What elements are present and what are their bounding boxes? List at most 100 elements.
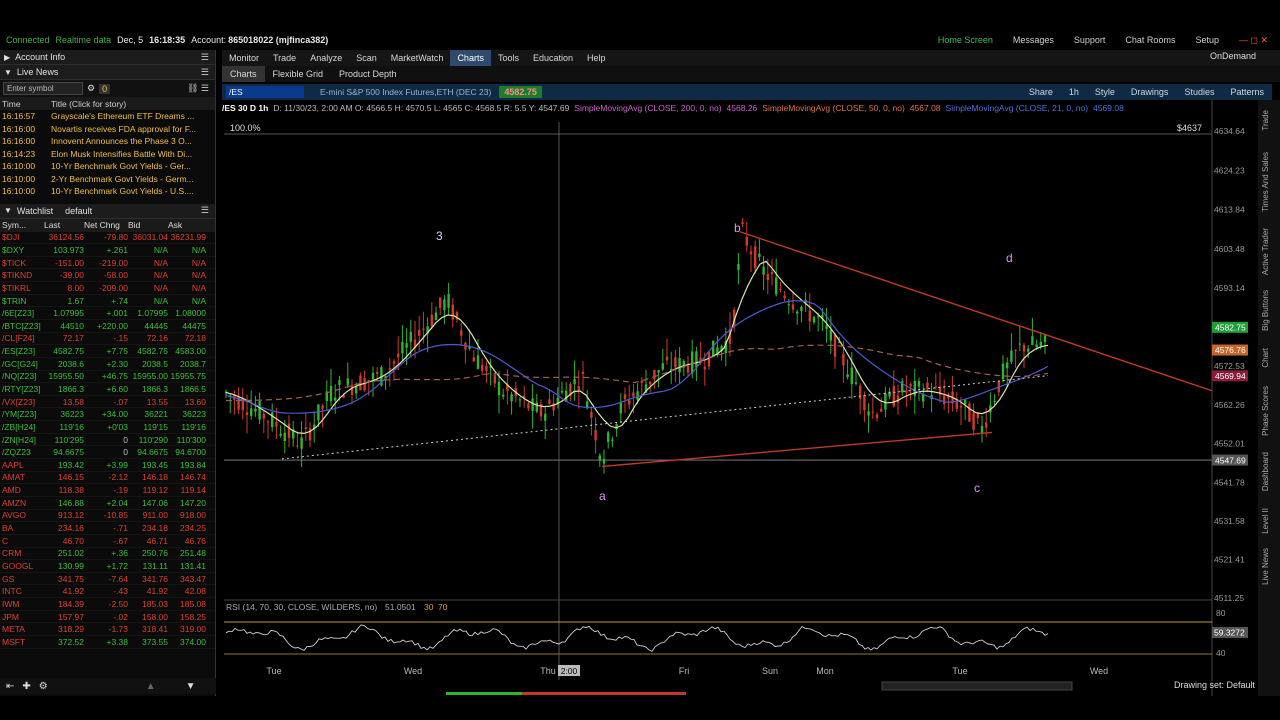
watchlist-symbol[interactable]: /VX[Z23] (0, 397, 44, 407)
watchlist-bid[interactable]: 373.55 (128, 637, 168, 647)
watchlist-ask[interactable]: 374.00 (168, 637, 206, 647)
chevron-down-icon[interactable]: ▼ (4, 206, 12, 215)
watchlist-row[interactable]: /BTC[Z23] 44510 +220.00 44445 44475 (0, 320, 215, 333)
watchlist-bid[interactable]: 147.06 (128, 498, 168, 508)
watchlist-bid[interactable]: 110'290 (128, 435, 168, 445)
menu-scan[interactable]: Scan (349, 50, 384, 66)
watchlist-bid[interactable]: 119'15 (128, 422, 168, 432)
watchlist-row[interactable]: /ZB[H24] 119'16 +0'03 119'15 119'16 (0, 421, 215, 434)
account-info-header[interactable]: ▶ Account Info ☰ (0, 50, 215, 65)
watchlist-symbol[interactable]: GOOGL (0, 561, 44, 571)
window-controls[interactable]: — ◻ ✕ (1239, 35, 1268, 46)
menu-icon[interactable]: ☰ (201, 205, 209, 216)
watchlist-bid[interactable]: 15955.00 (128, 371, 168, 381)
ondemand-button[interactable]: OnDemand (1210, 51, 1256, 61)
news-title[interactable]: Innovent Announces the Phase 3 O... (51, 136, 201, 146)
watchlist-ask[interactable]: 2038.7 (168, 359, 206, 369)
support-link[interactable]: Support (1074, 35, 1106, 45)
watchlist-row[interactable]: /ZQZ23 94.6675 0 94.6675 94.6700 (0, 446, 215, 460)
watchlist-bid[interactable]: 193.45 (128, 460, 168, 470)
watchlist-symbol[interactable]: BA (0, 523, 44, 533)
right-tab-active-trader[interactable]: Active Trader (1261, 228, 1270, 275)
watchlist-bid[interactable]: N/A (128, 283, 168, 293)
watchlist-row[interactable]: BA 234.16 -.71 234.18 234.25 (0, 522, 215, 535)
news-title[interactable]: 10-Yr Benchmark Govt Yields - Ger... (51, 161, 201, 171)
watchlist-row[interactable]: CRM 251.02 +.36 250.76 251.48 (0, 548, 215, 561)
watchlist-ask[interactable]: 343.47 (168, 574, 206, 584)
watchlist-ask[interactable]: 4583.00 (168, 346, 206, 356)
watchlist-bid[interactable]: 318.41 (128, 624, 168, 634)
watchlist-bid[interactable]: 1866.3 (128, 384, 168, 394)
watchlist-bid[interactable]: 185.03 (128, 599, 168, 609)
watchlist-symbol[interactable]: AMZN (0, 498, 44, 508)
watchlist-row[interactable]: NFLX 455.15 +1.25 455.95 457.20 (0, 649, 215, 650)
watchlist-bid[interactable]: 72.16 (128, 333, 168, 343)
watchlist-symbol[interactable]: AMAT (0, 472, 44, 482)
watchlist-row[interactable]: C 46.70 -.67 46.71 46.76 (0, 535, 215, 548)
news-col-time[interactable]: Time (0, 99, 51, 109)
watchlist-symbol[interactable]: /YM[Z23] (0, 409, 44, 419)
watchlist-row[interactable]: AMD 118.38 -.19 119.12 119.14 (0, 484, 215, 497)
menu-trade[interactable]: Trade (266, 50, 303, 66)
news-row[interactable]: 16:10:00 2-Yr Benchmark Govt Yields - Ger… (0, 173, 215, 186)
menu-analyze[interactable]: Analyze (303, 50, 349, 66)
watchlist-symbol[interactable]: /GC[G24] (0, 359, 44, 369)
live-news-header[interactable]: ▼ Live News ☰ (0, 65, 215, 80)
watchlist-ask[interactable]: 110'300 (168, 435, 206, 445)
watchlist-bid[interactable]: 36221 (128, 409, 168, 419)
watchlist-row[interactable]: /ES[Z23] 4582.75 +7.75 4582.75 4583.00 (0, 345, 215, 358)
chart-tool-1h[interactable]: 1h (1069, 87, 1079, 97)
watchlist-bid[interactable]: 341.76 (128, 574, 168, 584)
symbol-input[interactable]: Enter symbol (3, 82, 83, 95)
watchlist-selector[interactable]: default (65, 206, 92, 216)
gear-icon[interactable]: ⚙ (39, 681, 48, 692)
watchlist-symbol[interactable]: AVGO (0, 510, 44, 520)
watchlist-symbol[interactable]: $TRIN (0, 296, 44, 306)
watchlist-symbol[interactable]: CRM (0, 548, 44, 558)
watchlist-row[interactable]: AMAT 146.15 -2.12 146.18 146.74 (0, 472, 215, 485)
watchlist-row[interactable]: GS 341.75 -7.64 341.76 343.47 (0, 573, 215, 586)
chart-tool-studies[interactable]: Studies (1184, 87, 1214, 97)
chevron-up-icon[interactable]: ▲ (146, 681, 156, 692)
watchlist-ask[interactable]: 918.00 (168, 510, 206, 520)
watchlist-ask[interactable]: 15955.75 (168, 371, 206, 381)
watchlist-symbol[interactable]: INTC (0, 586, 44, 596)
news-row[interactable]: 16:16:57 Grayscale's Ethereum ETF Dreams … (0, 110, 215, 123)
watchlist-symbol[interactable]: /RTY[Z23] (0, 384, 44, 394)
watchlist-symbol[interactable]: /ZQZ23 (0, 447, 44, 457)
news-col-title[interactable]: Title (Click for story) (51, 99, 126, 109)
menu-education[interactable]: Education (526, 50, 580, 66)
watchlist-bid[interactable]: N/A (128, 258, 168, 268)
watchlist-ask[interactable]: 158.25 (168, 612, 206, 622)
col-last[interactable]: Last (44, 220, 84, 230)
watchlist-ask[interactable]: 185.08 (168, 599, 206, 609)
watchlist-row[interactable]: $TRIN 1.67 +.74 N/A N/A (0, 295, 215, 308)
watchlist-ask[interactable]: 36223 (168, 409, 206, 419)
watchlist-row[interactable]: META 318.29 -1.73 318.41 319.00 (0, 623, 215, 636)
watchlist-row[interactable]: $DJI 36124.56 -79.80 36031.04 36231.99 (0, 232, 215, 245)
watchlist-bid[interactable]: 13.55 (128, 397, 168, 407)
watchlist-row[interactable]: $DXY 103.973 +.261 N/A N/A (0, 244, 215, 257)
watchlist-ask[interactable]: 146.74 (168, 472, 206, 482)
watchlist-bid[interactable]: 46.71 (128, 536, 168, 546)
watchlist-ask[interactable]: 131.41 (168, 561, 206, 571)
watchlist-ask[interactable]: 234.25 (168, 523, 206, 533)
right-tab-chart[interactable]: Chart (1261, 348, 1270, 368)
chart-tool-drawings[interactable]: Drawings (1131, 87, 1169, 97)
watchlist-bid[interactable]: 2038.5 (128, 359, 168, 369)
watchlist-ask[interactable]: 1.08000 (168, 308, 206, 318)
watchlist-row[interactable]: /ZN[H24] 110'295 0 110'290 110'300 (0, 434, 215, 447)
right-tab-times-and-sales[interactable]: Times And Sales (1261, 152, 1270, 212)
watchlist-symbol[interactable]: GS (0, 574, 44, 584)
home-screen-link[interactable]: Home Screen (938, 35, 993, 45)
chart-tool-patterns[interactable]: Patterns (1230, 87, 1264, 97)
watchlist-bid[interactable]: 1.07995 (128, 308, 168, 318)
news-row[interactable]: 16:10:00 10-Yr Benchmark Govt Yields - U.… (0, 185, 215, 198)
watchlist-symbol[interactable]: META (0, 624, 44, 634)
chevron-right-icon[interactable]: ▶ (4, 53, 10, 62)
watchlist-symbol[interactable]: MSFT (0, 637, 44, 647)
right-tab-dashboard[interactable]: Dashboard (1261, 452, 1270, 491)
watchlist-row[interactable]: /NQ[Z23] 15955.50 +46.75 15955.00 15955.… (0, 371, 215, 384)
news-title[interactable]: 10-Yr Benchmark Govt Yields - U.S.... (51, 186, 201, 196)
menu-charts[interactable]: Charts (450, 50, 491, 66)
